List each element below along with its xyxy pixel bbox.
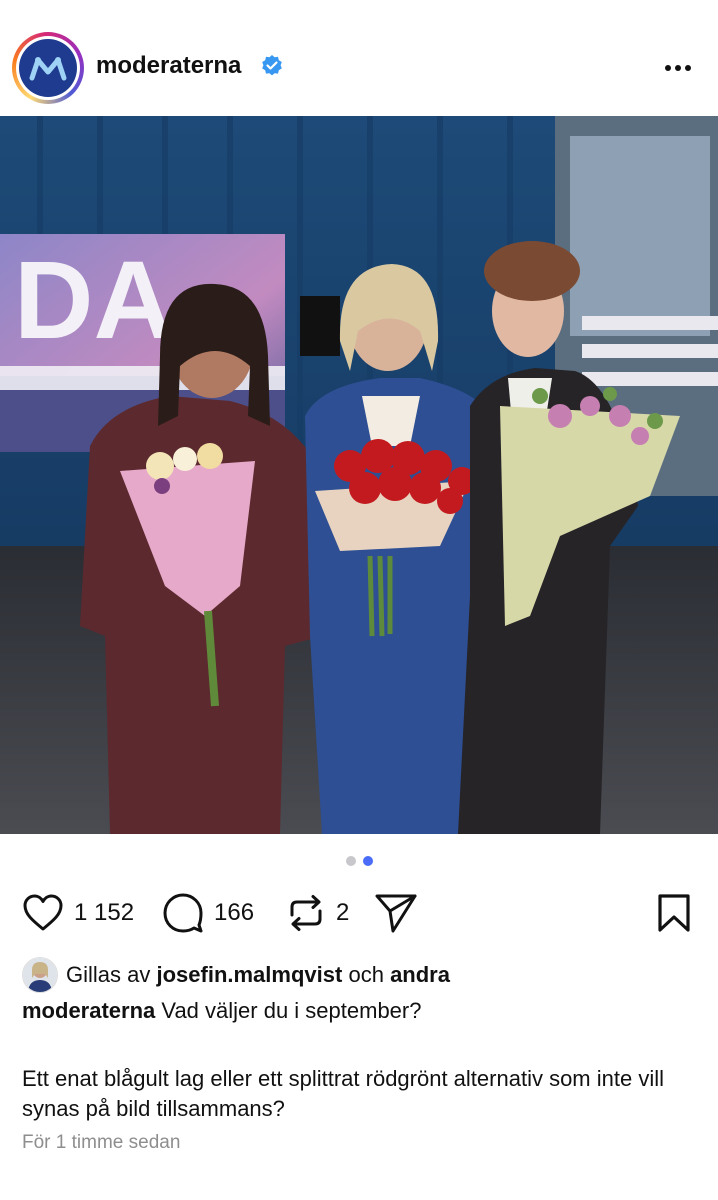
liker-avatar[interactable]: [22, 957, 58, 993]
share-button[interactable]: [374, 890, 418, 936]
post-timestamp: För 1 timme sedan: [22, 1132, 181, 1153]
caption-text: Vad väljer du i september?: [161, 998, 422, 1023]
more-options-icon[interactable]: [660, 56, 696, 80]
studio-photo: DA: [0, 116, 718, 834]
reposts-count: 2: [336, 899, 350, 926]
save-button[interactable]: [656, 890, 692, 936]
carousel-indicator: [0, 856, 718, 868]
caption-username[interactable]: moderaterna: [22, 998, 155, 1023]
likes-count: 1 152: [74, 899, 135, 926]
moderaterna-logo-icon: [19, 39, 77, 97]
comment-button[interactable]: 166: [162, 890, 254, 936]
verified-badge-icon: [262, 55, 282, 76]
liked-by-prefix: Gillas av: [66, 962, 151, 987]
post-image[interactable]: DA: [0, 116, 718, 834]
heart-icon: [23, 894, 63, 931]
post-username[interactable]: moderaterna: [96, 52, 241, 80]
liked-by-row[interactable]: Gillas av josefin.malmqvist och andra: [22, 956, 450, 994]
svg-text:DA: DA: [14, 239, 173, 362]
repost-button[interactable]: 2: [286, 890, 349, 936]
action-bar: 1 152 166 2: [22, 890, 702, 936]
comment-icon: [163, 893, 203, 933]
post-header: moderaterna: [0, 0, 718, 116]
send-icon: [375, 894, 417, 933]
carousel-dot-2-active[interactable]: [362, 856, 373, 866]
carousel-dot-1[interactable]: [345, 856, 356, 866]
comments-count: 166: [214, 899, 255, 926]
liked-by-conjunction: och: [348, 962, 384, 987]
caption-first-line: moderaterna Vad väljer du i september?: [22, 996, 702, 1026]
liked-by-user-link[interactable]: josefin.malmqvist: [156, 962, 342, 988]
liked-by-others-link[interactable]: andra: [390, 962, 450, 988]
repost-icon: [290, 895, 322, 931]
like-button[interactable]: 1 152: [22, 890, 134, 936]
profile-avatar[interactable]: [12, 32, 84, 104]
caption-paragraph: Ett enat blågult lag eller ett splittrat…: [22, 1066, 664, 1121]
bookmark-icon: [658, 894, 690, 932]
